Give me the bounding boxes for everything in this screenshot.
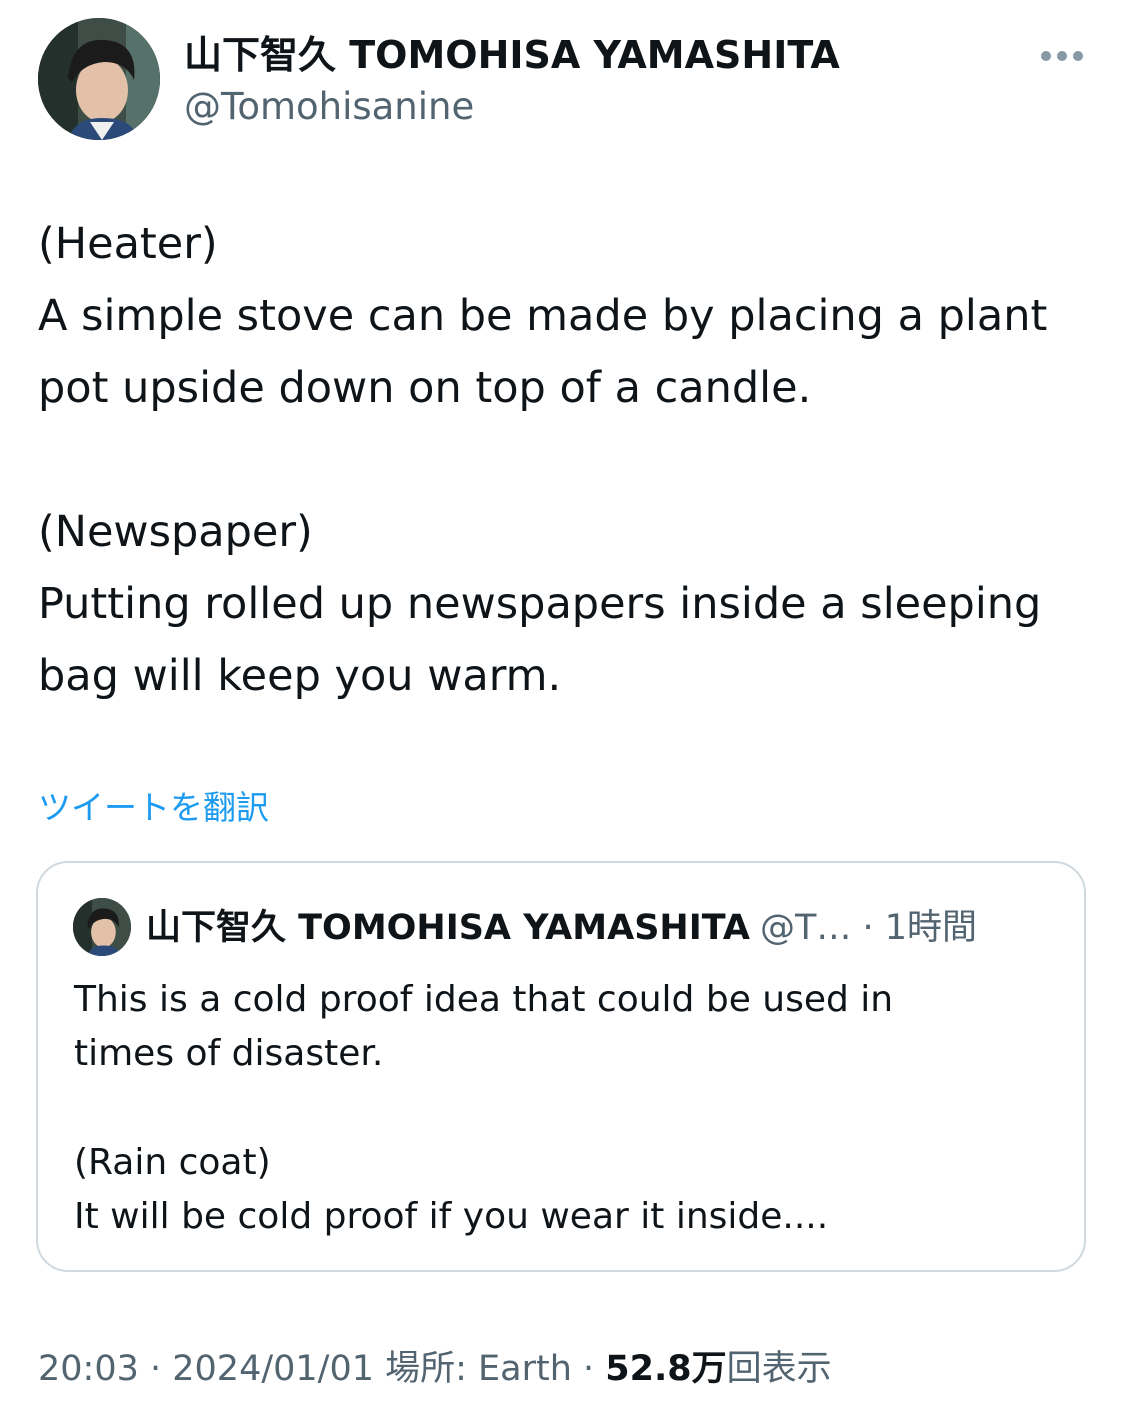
tweet-line: (Newspaper) [38,507,313,557]
tweet-line: Putting rolled up newspapers inside a sl… [38,579,1042,629]
tweet-date[interactable]: 2024/01/01 [172,1349,374,1389]
footer-separator: · [138,1349,173,1389]
tweet-location: 場所: Earth [374,1349,572,1389]
quoted-tweet-text: This is a cold proof idea that could be … [74,973,1054,1244]
quoted-tweet-line: (Rain coat) [74,1142,271,1183]
author-display-name[interactable]: 山下智久 TOMOHISA YAMASHITA [184,30,840,80]
tweet-footer: 20:03 · 2024/01/01 場所: Earth · 52.8万回表示 [38,1342,832,1396]
tweet-line: bag will keep you warm. [38,651,562,701]
quoted-author-name: 山下智久 TOMOHISA YAMASHITA [146,908,750,948]
author-avatar[interactable] [38,18,160,140]
quoted-tweet-line: It will be cold proof if you wear it ins… [74,1196,829,1237]
quoted-author-avatar [73,898,131,956]
quoted-tweet-blank-line [74,1081,1054,1136]
tweet-time[interactable]: 20:03 [38,1349,139,1389]
quoted-tweet-line: times of disaster. [74,1033,384,1074]
tweet-text: (Heater) A simple stove can be made by p… [38,208,1098,712]
quoted-tweet-header: 山下智久 TOMOHISA YAMASHITA @T… · 1時間 [146,903,977,953]
views-count[interactable]: 52.8万 [605,1349,726,1389]
translate-tweet-link[interactable]: ツイートを翻訳 [38,784,269,832]
quoted-tweet-line: This is a cold proof idea that could be … [74,979,894,1020]
tweet-line: (Heater) [38,219,218,269]
author-handle[interactable]: @Tomohisanine [184,83,474,131]
quoted-tweet-card[interactable]: 山下智久 TOMOHISA YAMASHITA @T… · 1時間 This is… [36,861,1086,1272]
views-label[interactable]: 回表示 [727,1349,832,1389]
footer-separator: · [571,1349,606,1389]
tweet-line: pot upside down on top of a candle. [38,363,812,413]
more-horizontal-icon[interactable] [1038,44,1086,68]
quoted-tweet-meta: @T… · 1時間 [759,908,977,948]
tweet-line: A simple stove can be made by placing a … [38,291,1048,341]
